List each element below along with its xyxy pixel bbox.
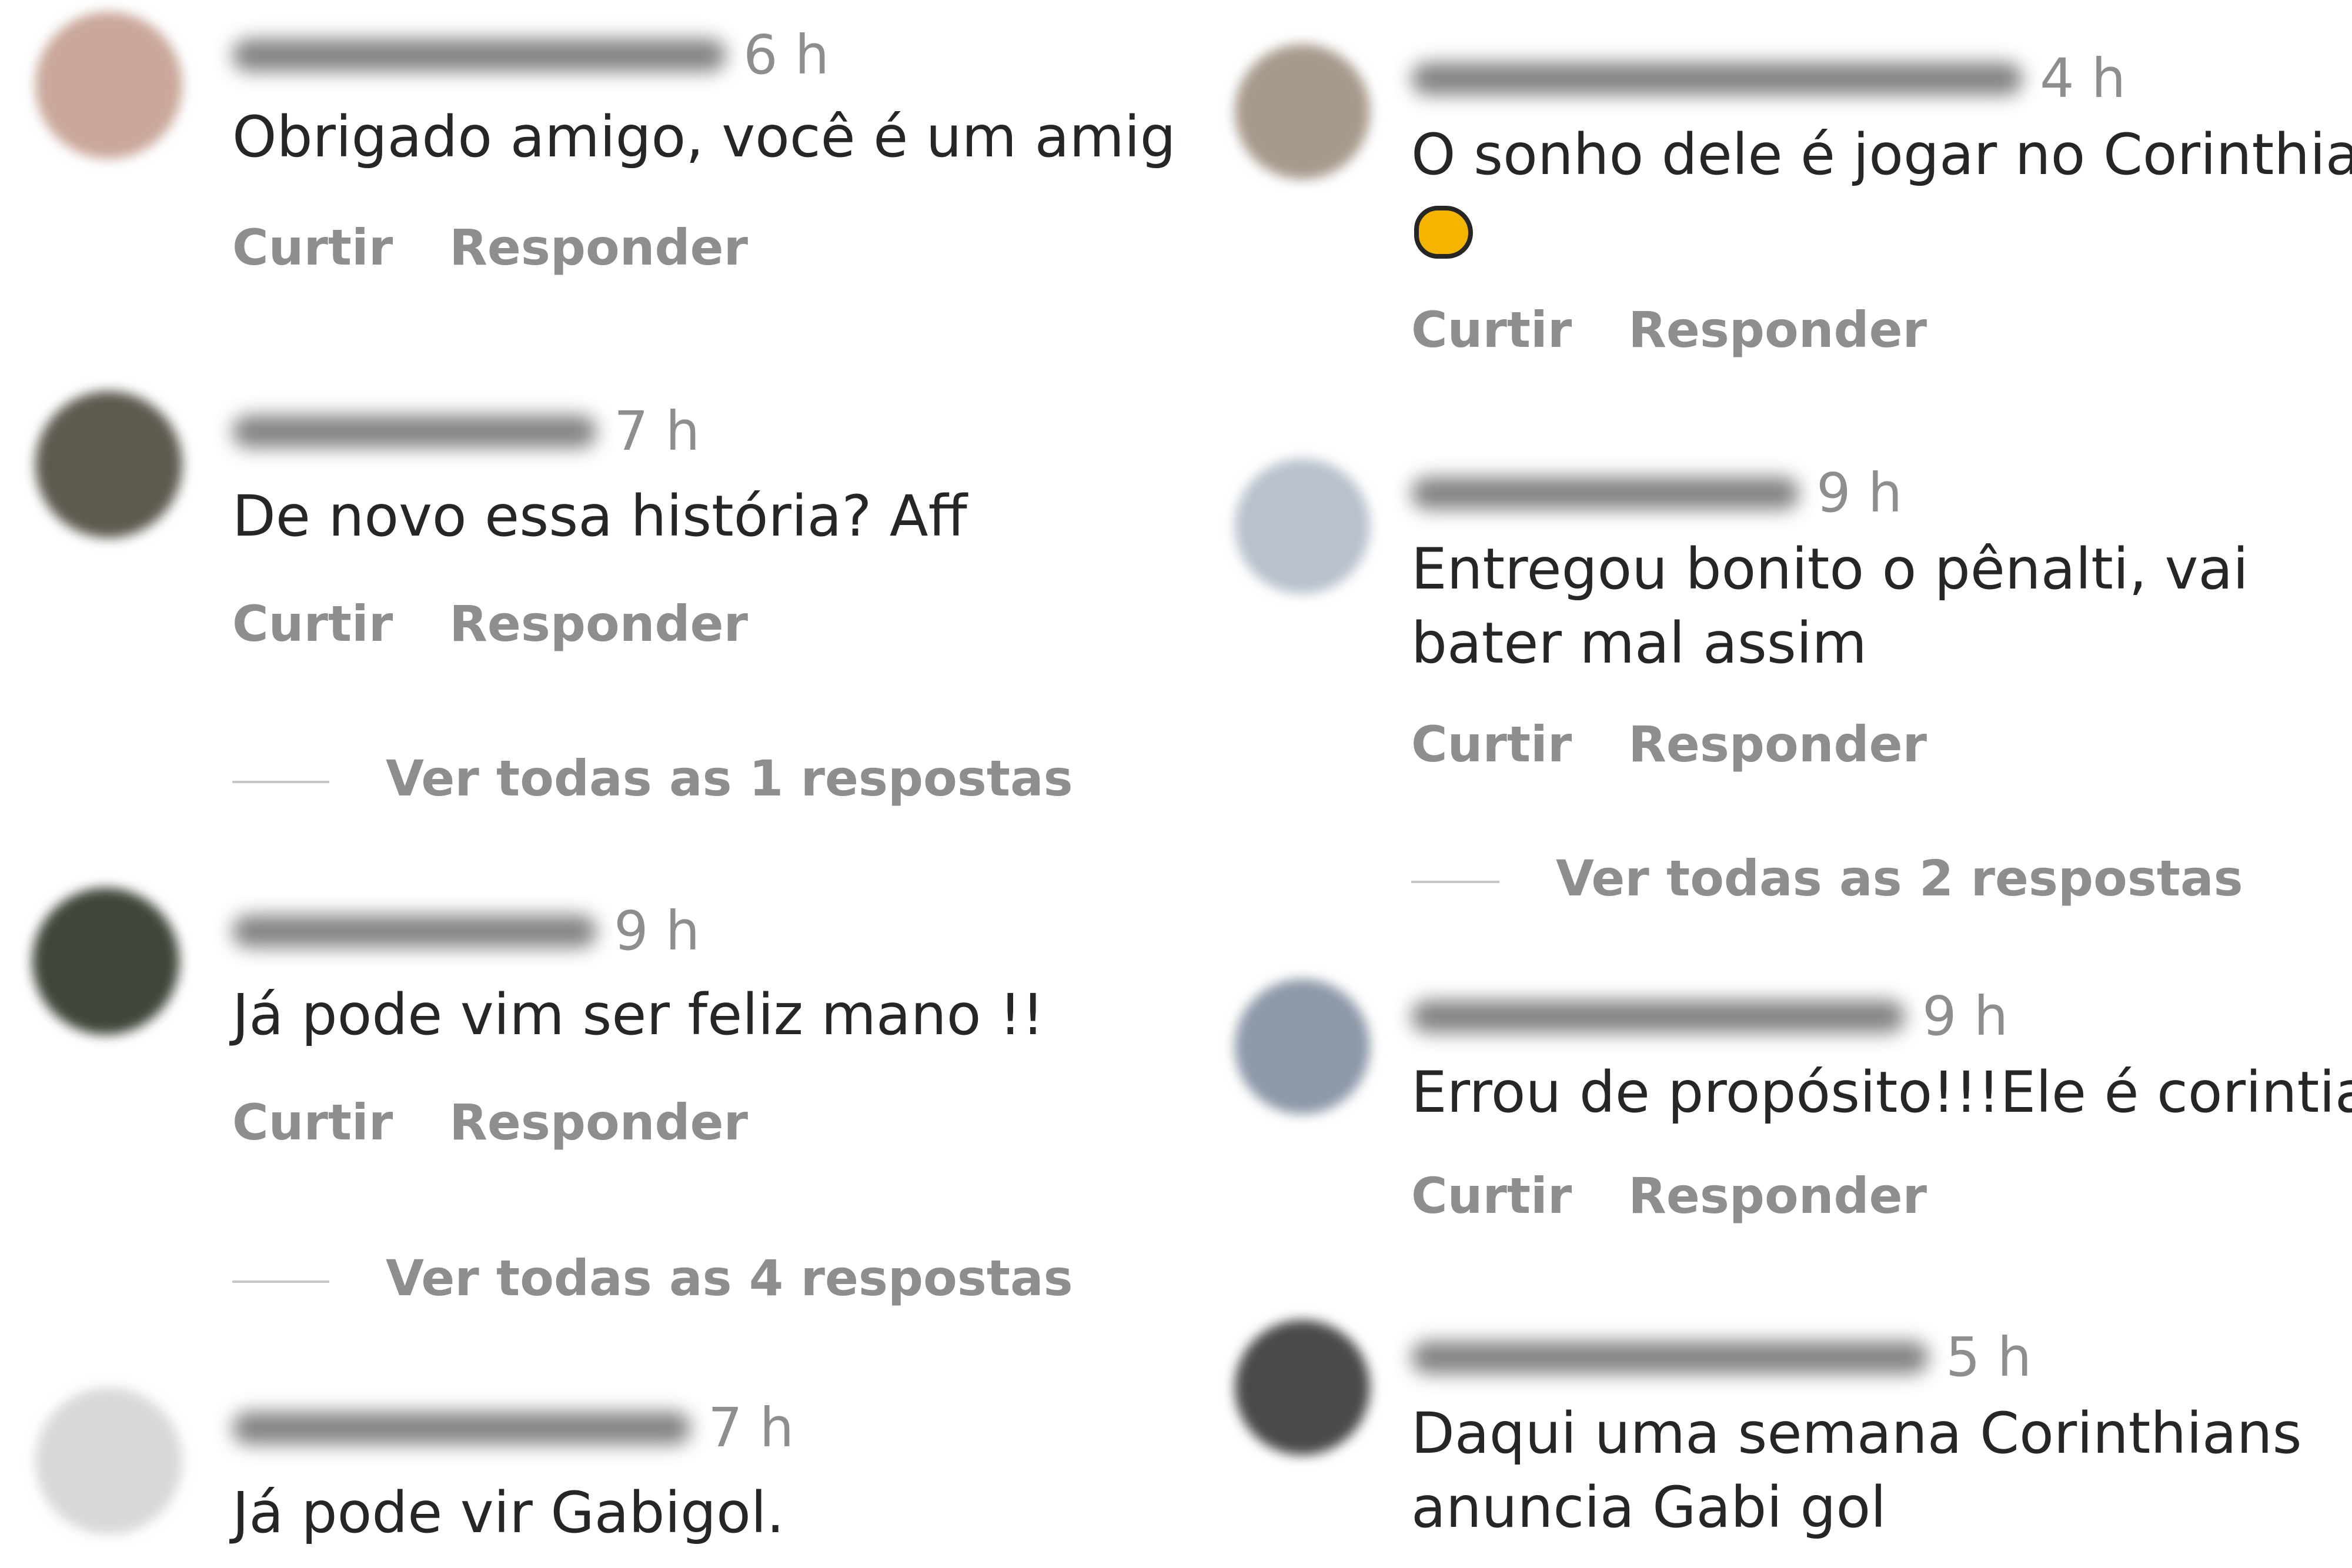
avatar[interactable]	[1235, 459, 1370, 594]
timestamp: 5 h	[1946, 1326, 2032, 1389]
avatar[interactable]	[1235, 1320, 1370, 1455]
timestamp: 9 h	[1816, 462, 1903, 524]
username[interactable]	[1411, 999, 1905, 1033]
comment-header: 7 h	[232, 1396, 794, 1461]
comment-text: Errou de propósito!!!Ele é corintiano!!!	[1411, 1059, 2352, 1125]
username[interactable]	[232, 1411, 691, 1445]
comment-header: 7 h	[232, 400, 700, 464]
comment-text: Entregou bonito o pênalti, vai bater mal…	[1411, 536, 2249, 676]
comment-header: 5 h	[1411, 1326, 2032, 1390]
reply-button[interactable]: Responder	[449, 595, 748, 653]
avatar[interactable]	[35, 1388, 182, 1534]
comment-text: Obrigado amigo, você é um amigo	[232, 104, 1179, 170]
like-button[interactable]: Curtir	[1411, 716, 1572, 773]
timestamp: 6 h	[743, 24, 830, 86]
comment-text: De novo essa história? Aff	[232, 483, 967, 549]
view-replies-link[interactable]: Ver todas as 1 respostas	[232, 750, 1073, 807]
reply-button[interactable]: Responder	[1628, 301, 1927, 359]
comment-text: Daqui uma semana Corinthians anuncia Gab…	[1411, 1400, 2302, 1540]
comment-actions: Curtir Responder	[232, 219, 804, 276]
timestamp: 4 h	[2040, 47, 2126, 110]
avatar[interactable]	[1235, 979, 1370, 1114]
comment-actions: Curtir Responder	[1411, 1167, 1983, 1225]
timestamp: 7 h	[708, 1396, 794, 1459]
username[interactable]	[1411, 476, 1799, 510]
comment-header: 9 h	[1411, 985, 2008, 1049]
avatar[interactable]	[35, 12, 182, 159]
like-button[interactable]: Curtir	[232, 1094, 393, 1151]
username[interactable]	[1411, 62, 2023, 95]
comment-actions: Curtir Responder	[232, 1094, 804, 1151]
reply-button[interactable]: Responder	[1628, 716, 1927, 773]
username[interactable]	[232, 414, 597, 448]
view-replies-link[interactable]: Ver todas as 2 respostas	[1411, 850, 2243, 907]
timestamp: 9 h	[1922, 985, 2009, 1048]
view-replies-link[interactable]: Ver todas as 4 respostas	[232, 1249, 1073, 1307]
username[interactable]	[232, 914, 597, 948]
divider-line	[232, 1281, 329, 1283]
timestamp: 9 h	[614, 900, 700, 962]
comment-header: 9 h	[232, 900, 700, 964]
username[interactable]	[1411, 1340, 1929, 1374]
reply-button[interactable]: Responder	[449, 219, 748, 276]
comment-actions: Curtir Responder	[1411, 301, 1983, 359]
comment-actions: Curtir Responder	[232, 595, 804, 653]
like-button[interactable]: Curtir	[1411, 1167, 1572, 1225]
comment-text: O sonho dele é jogar no Corinthians	[1411, 122, 2352, 188]
comment-actions: Curtir Responder	[1411, 716, 1983, 773]
view-replies-label[interactable]: Ver todas as 1 respostas	[386, 750, 1073, 807]
timestamp: 7 h	[614, 400, 700, 463]
like-button[interactable]: Curtir	[1411, 301, 1572, 359]
like-button[interactable]: Curtir	[232, 219, 393, 276]
avatar[interactable]	[1235, 44, 1370, 179]
comment-header: 9 h	[1411, 462, 1902, 526]
divider-line	[232, 781, 329, 784]
comment-text: Já pode vim ser feliz mano !!	[232, 982, 1044, 1048]
reply-button[interactable]: Responder	[1628, 1167, 1927, 1225]
divider-line	[1411, 881, 1499, 884]
avatar[interactable]	[32, 888, 179, 1035]
like-button[interactable]: Curtir	[232, 595, 393, 653]
comment-header: 6 h	[232, 24, 829, 88]
avatar[interactable]	[35, 391, 182, 538]
reply-button[interactable]: Responder	[449, 1094, 748, 1151]
oncoming-fist-icon	[1414, 206, 1473, 261]
username[interactable]	[232, 38, 726, 72]
view-replies-label[interactable]: Ver todas as 4 respostas	[386, 1249, 1073, 1307]
comment-header: 4 h	[1411, 47, 2126, 112]
comment-text: Já pode vir Gabigol.	[232, 1480, 784, 1546]
view-replies-label[interactable]: Ver todas as 2 respostas	[1556, 850, 2243, 907]
